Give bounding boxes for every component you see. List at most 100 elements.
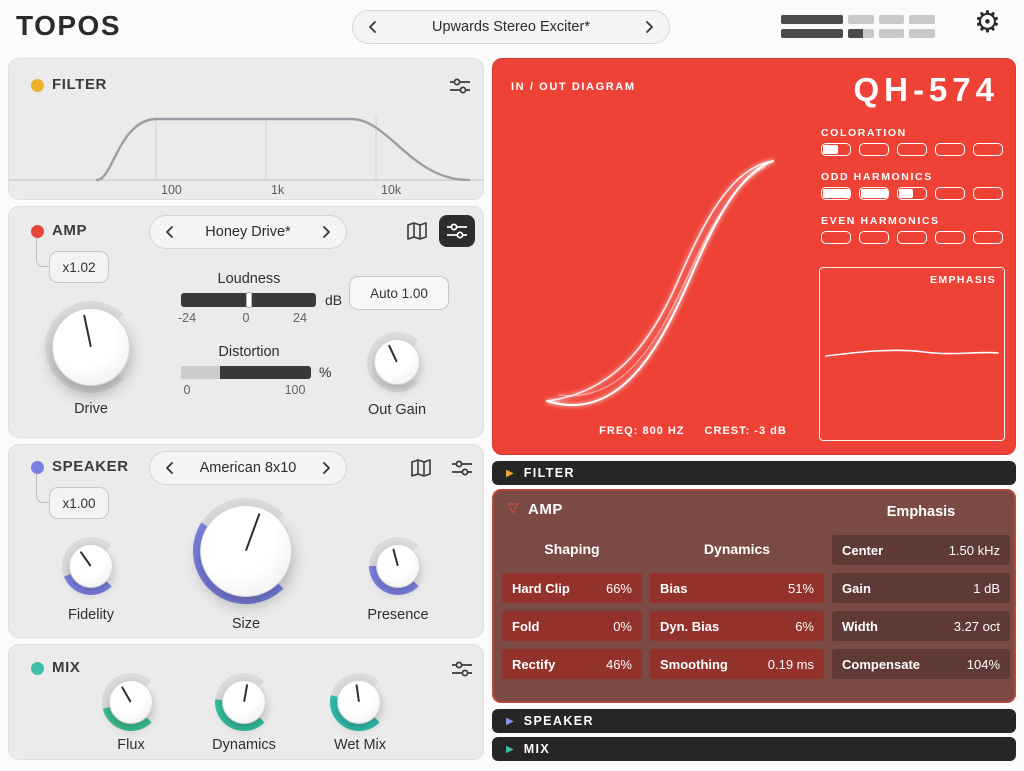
preset-prev-button[interactable] [361,11,383,43]
param-compensate[interactable]: Compensate 104% [832,649,1010,679]
amp-preset-next-button[interactable] [316,216,338,248]
in-out-diagram-display: IN / OUT DIAGRAM QH-574 COLORATION [492,58,1016,455]
speaker-preset-prev-button[interactable] [158,452,180,484]
distortion-label: Distortion [179,344,319,360]
loudness-handle[interactable] [246,292,252,308]
mix-panel: MIX Flux Dynamics Wet Mix [8,644,484,760]
mix-enable-dot[interactable] [31,662,44,675]
filter-panel: FILTER 100 1k 10k [8,58,484,200]
param-width[interactable]: Width 3.27 oct [832,611,1010,641]
speaker-section-bar[interactable]: ▶ SPEAKER [492,709,1016,733]
amp-settings-sliders-button[interactable] [439,215,475,247]
auto-gain-box[interactable]: Auto 1.00 [349,276,449,310]
freq-readout: FREQ: 800 HZ [599,425,684,437]
even-harmonics-segment[interactable] [897,231,927,244]
flux-knob-label: Flux [101,737,161,753]
knob-tick [245,513,261,551]
filter-curve-display[interactable] [9,111,483,181]
param-fold[interactable]: Fold 0% [502,611,642,641]
param-value: 1 dB [973,581,1000,596]
knob-tick [388,344,398,363]
freq-tick-10k: 10k [381,183,401,197]
fidelity-knob[interactable] [69,544,113,588]
param-value: 3.27 oct [954,619,1000,634]
amp-preset-selector[interactable]: Honey Drive* [149,215,347,249]
speaker-multiplier-box[interactable]: x1.00 [49,487,109,519]
distortion-slider[interactable] [181,366,311,379]
global-preset-selector[interactable]: Upwards Stereo Exciter* [352,10,670,44]
coloration-segment[interactable] [973,143,1003,156]
amp-multiplier-box[interactable]: x1.02 [49,251,109,283]
even-harmonics-segment[interactable] [859,231,889,244]
distortion-scale-max: 100 [277,383,313,397]
emphasis-display: EMPHASIS [819,267,1005,441]
param-center[interactable]: Center 1.50 kHz [832,535,1010,565]
speaker-enable-dot[interactable] [31,461,44,474]
presence-knob[interactable] [376,544,420,588]
param-label: Rectify [512,657,555,672]
param-label: Width [842,619,878,634]
speaker-preset-selector[interactable]: American 8x10 [149,451,347,485]
coloration-segment[interactable] [859,143,889,156]
filter-settings-sliders-icon[interactable] [447,76,473,96]
odd-harmonics-label: ODD HARMONICS [821,171,933,183]
even-harmonics-segment[interactable] [973,231,1003,244]
filter-section-bar[interactable]: ▶ FILTER [492,461,1016,485]
param-value: 46% [606,657,632,672]
preset-next-button[interactable] [639,11,661,43]
knob-body [52,308,130,386]
loudness-slider[interactable] [181,293,316,307]
speaker-settings-sliders-icon[interactable] [449,458,475,478]
odd-harmonics-segment[interactable] [821,187,851,200]
coloration-segment[interactable] [821,143,851,156]
plugin-window: TOPOS Upwards Stereo Exciter* ⚙ FILTER [0,0,1024,771]
even-harmonics-segment[interactable] [935,231,965,244]
amp-map-icon[interactable] [405,220,429,242]
param-smoothing[interactable]: Smoothing 0.19 ms [650,649,824,679]
param-hard-clip[interactable]: Hard Clip 66% [502,573,642,603]
odd-harmonics-segment[interactable] [859,187,889,200]
speaker-map-icon[interactable] [409,457,433,479]
filter-enable-dot[interactable] [31,79,44,92]
collapse-triangle-icon[interactable]: ▽ [508,500,518,516]
param-label: Hard Clip [512,581,570,596]
preset-name[interactable]: Upwards Stereo Exciter* [383,19,639,35]
param-rectify[interactable]: Rectify 46% [502,649,642,679]
shaping-column-header: Shaping [502,535,642,563]
amp-preset-name[interactable]: Honey Drive* [180,224,316,240]
flux-knob[interactable] [109,680,153,724]
filter-section-label: FILTER [524,466,575,480]
param-value: 104% [967,657,1000,672]
odd-harmonics-segment[interactable] [935,187,965,200]
param-label: Center [842,543,883,558]
amp-enable-dot[interactable] [31,225,44,238]
wet-mix-knob[interactable] [337,680,381,724]
speaker-panel-title: SPEAKER [52,458,129,475]
param-dyn-bias[interactable]: Dyn. Bias 6% [650,611,824,641]
knob-body [200,505,292,597]
coloration-segment[interactable] [897,143,927,156]
multiplier-connector [36,238,49,267]
even-harmonics-segment[interactable] [821,231,851,244]
app-logo: TOPOS [16,10,121,42]
amp-preset-prev-button[interactable] [158,216,180,248]
dynamics-knob[interactable] [222,680,266,724]
size-knob[interactable] [200,505,292,597]
distortion-unit: % [319,364,331,380]
mix-section-bar[interactable]: ▶ MIX [492,737,1016,761]
speaker-preset-next-button[interactable] [316,452,338,484]
amp-detail-title: AMP [528,501,563,518]
settings-gear-icon[interactable]: ⚙ [974,8,1001,38]
filter-panel-title: FILTER [52,76,107,93]
param-bias[interactable]: Bias 51% [650,573,824,603]
param-gain[interactable]: Gain 1 dB [832,573,1010,603]
odd-harmonics-segment[interactable] [897,187,927,200]
mix-settings-sliders-icon[interactable] [449,659,475,679]
coloration-segment[interactable] [935,143,965,156]
out-gain-knob[interactable] [374,339,420,385]
drive-knob[interactable] [52,308,130,386]
amp-detail-panel: ▽ AMP Emphasis Shaping Dynamics Center 1… [492,489,1016,703]
speaker-preset-name[interactable]: American 8x10 [180,460,316,476]
distortion-scale-min: 0 [177,383,197,397]
odd-harmonics-segment[interactable] [973,187,1003,200]
